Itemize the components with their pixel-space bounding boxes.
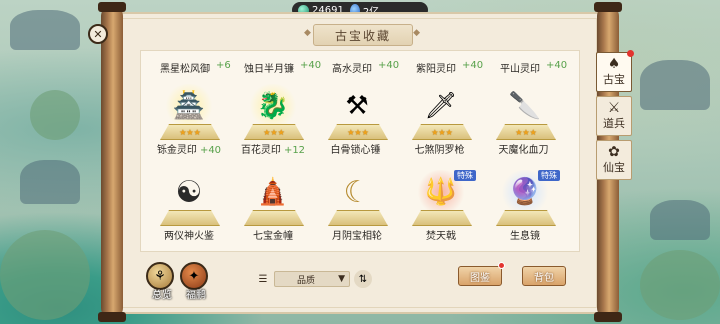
- treasure-icon: ✿: [608, 144, 620, 160]
- sort-toggle-icon[interactable]: ⇅: [354, 270, 372, 288]
- relic-icon: ♠: [607, 56, 621, 72]
- star-rating: ★★★: [431, 127, 453, 137]
- item-bonus: +6: [216, 60, 231, 71]
- relic-name-row: 百花灵印 +12: [234, 141, 312, 156]
- tab-treasure[interactable]: ✿ 仙宝: [596, 140, 632, 180]
- relic-name: 生息镜: [510, 231, 540, 242]
- relic-name-row: 天魔化血刀: [486, 141, 564, 156]
- relic-card[interactable]: 🔪 ★★★ 天魔化血刀: [486, 86, 564, 164]
- relic-bonus: +12: [283, 145, 306, 156]
- bag-label: 背包: [534, 272, 554, 284]
- item-bonus: +40: [300, 60, 322, 71]
- pedestal: [412, 210, 472, 226]
- scroll-roll-left: [98, 2, 126, 322]
- list-item[interactable]: 紫阳灵印 +40: [416, 60, 483, 75]
- quality-filter: ☰ 品质 ▼ ⇅: [256, 269, 380, 289]
- filter-list-icon[interactable]: ☰: [256, 272, 270, 286]
- relic-name-row: 七煞阴罗枪: [402, 141, 480, 156]
- bag-button[interactable]: 背包: [522, 266, 566, 286]
- relic-name: 两仪神火鉴: [164, 231, 214, 242]
- relic-card[interactable]: ⚒ ★★★ 白骨锁心锤: [318, 86, 396, 164]
- item-name: 黑星松风御: [160, 64, 210, 75]
- relic-name-row: 白骨锁心锤: [318, 141, 396, 156]
- pedestal: ★★★: [496, 124, 556, 140]
- close-icon: ✕: [93, 27, 103, 41]
- relic-card[interactable]: 🐉 ★★★ 百花灵印 +12: [234, 84, 312, 164]
- relic-name: 焚天戟: [426, 231, 456, 242]
- tab-label: 仙宝: [603, 161, 625, 174]
- special-badge: 特殊: [538, 170, 560, 181]
- page-title: 古宝收藏: [304, 24, 422, 46]
- star-rating: ★★★: [263, 127, 285, 137]
- relic-name-row: 铄金灵印 +40: [150, 141, 228, 156]
- list-item[interactable]: 黑星松风御 +6: [160, 60, 231, 75]
- relic-name: 百花灵印: [240, 145, 281, 156]
- quality-select[interactable]: 品质 ▼: [274, 271, 350, 287]
- item-name: 平山灵印: [500, 64, 540, 75]
- pedestal: [244, 210, 304, 226]
- list-item[interactable]: 平山灵印 +40: [500, 60, 567, 75]
- star-rating: ★★★: [347, 127, 369, 137]
- relic-card[interactable]: ☯ 两仪神火鉴: [150, 172, 228, 250]
- tab-relic[interactable]: ♠ 古宝: [596, 50, 634, 92]
- pedestal: ★★★: [244, 124, 304, 140]
- star-rating: ★★★: [515, 127, 537, 137]
- seal-icon: 🏯: [172, 91, 206, 121]
- illustrate-label: 图鉴: [470, 272, 490, 284]
- item-bonus: +40: [462, 60, 484, 71]
- pedestal: [496, 210, 556, 226]
- weapon-icon: ⚔: [607, 100, 621, 116]
- relic-name: 天魔化血刀: [498, 145, 549, 156]
- relic-name: 七煞阴罗枪: [414, 145, 465, 156]
- item-name: 高水灵印: [332, 64, 372, 75]
- star-rating: ★★★: [179, 127, 201, 137]
- tribute-icon: ✦: [188, 268, 200, 284]
- close-button[interactable]: ✕: [88, 24, 108, 44]
- list-item[interactable]: 蚀日半月镰 +40: [244, 60, 321, 75]
- item-bonus: +40: [378, 60, 400, 71]
- tribute-button[interactable]: ✦ 福鹏: [180, 262, 208, 301]
- hammer-icon: ⚒: [345, 91, 369, 121]
- illustrate-notification-dot: [498, 262, 505, 269]
- relic-card[interactable]: 🛕 七宝金幢: [234, 172, 312, 250]
- pedestal: [160, 210, 220, 226]
- tab-label: 古宝: [603, 73, 625, 86]
- moon-wheel-icon: ☾: [343, 174, 371, 210]
- relic-card[interactable]: ☾ 月阴宝相轮: [318, 172, 396, 250]
- illustrate-button[interactable]: 图鉴: [458, 266, 502, 286]
- pedestal: ★★★: [412, 124, 472, 140]
- yinyang-mirror-icon: ☯: [175, 174, 203, 210]
- pedestal: ★★★: [328, 124, 388, 140]
- tribute-label: 福鹏: [186, 290, 206, 301]
- pedestal: [328, 210, 388, 226]
- relic-card[interactable]: 🔱 特殊 焚天戟: [402, 170, 480, 250]
- special-badge: 特殊: [454, 170, 476, 181]
- notification-dot: [627, 50, 634, 57]
- item-bonus: +40: [546, 60, 568, 71]
- item-name: 蚀日半月镰: [244, 64, 294, 75]
- seal-icon: 🐉: [256, 91, 290, 121]
- chevron-down-icon: ▼: [338, 274, 345, 284]
- relic-name: 七宝金幢: [253, 231, 293, 242]
- relic-card[interactable]: 🔮 特殊 生息镜: [486, 170, 564, 250]
- relic-name: 白骨锁心锤: [330, 145, 381, 156]
- blade-icon: 🔪: [508, 91, 542, 121]
- relic-name: 月阴宝相轮: [332, 231, 382, 242]
- category-tabs: ♠ 古宝 ⚔ 道兵 ✿ 仙宝: [596, 50, 634, 184]
- quality-select-value: 品质: [297, 275, 316, 286]
- pedestal: ★★★: [160, 124, 220, 140]
- list-item[interactable]: 高水灵印 +40: [332, 60, 399, 75]
- tab-label: 道兵: [603, 117, 625, 130]
- relic-card[interactable]: 🗡 ★★★ 七煞阴罗枪: [402, 86, 480, 164]
- item-name: 紫阳灵印: [416, 64, 456, 75]
- spear-icon: 🗡: [424, 91, 458, 121]
- relic-name: 铄金灵印: [156, 145, 197, 156]
- tab-weapon[interactable]: ⚔ 道兵: [596, 96, 632, 136]
- relic-card[interactable]: 🏯 ★★★ 铄金灵印 +40: [150, 84, 228, 164]
- pagoda-icon: 🛕: [256, 177, 290, 207]
- relic-bonus: +40: [199, 145, 222, 156]
- overview-icon: ⚘: [154, 268, 166, 284]
- overview-button[interactable]: ⚘ 总览: [146, 262, 174, 301]
